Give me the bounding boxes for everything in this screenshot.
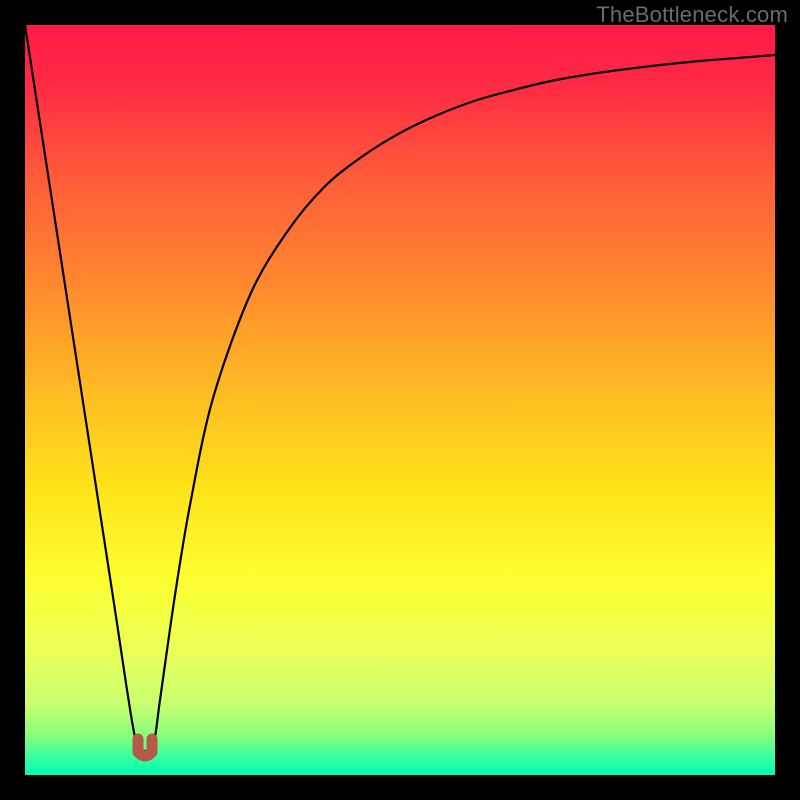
plot-area <box>25 25 775 775</box>
outer-border: TheBottleneck.com <box>0 0 800 800</box>
gradient-background <box>25 25 775 775</box>
bottleneck-chart <box>25 25 775 775</box>
